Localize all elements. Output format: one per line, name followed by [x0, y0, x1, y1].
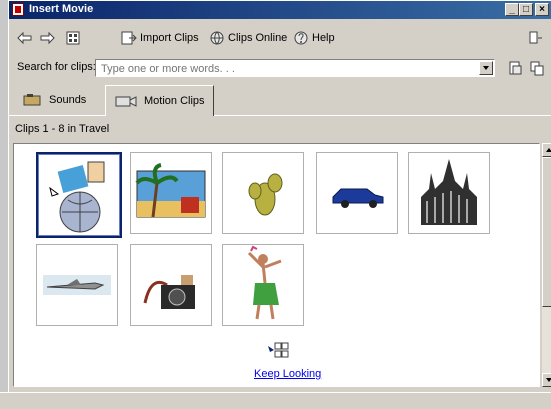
tab-sounds[interactable]: Sounds [15, 87, 94, 113]
tab-sounds-label: Sounds [49, 94, 87, 106]
forward-button[interactable] [39, 28, 55, 48]
help-button[interactable]: Help [293, 28, 335, 48]
video-camera-icon [115, 96, 137, 107]
beach-palm-picture [135, 163, 206, 218]
status-bar [0, 392, 551, 409]
cathedral-picture [421, 159, 477, 225]
insert-movie-window: Insert Movie _ □ × Import Clips Clips On… [8, 0, 551, 400]
vertical-scrollbar[interactable] [542, 143, 551, 387]
keep-looking-link[interactable]: Keep Looking [254, 368, 321, 380]
copy-clip-button[interactable] [529, 58, 545, 78]
travel-globe-picture [49, 161, 105, 233]
clip-results-pane: Keep Looking [13, 143, 540, 387]
airplane-picture [43, 275, 111, 295]
cactus-clip[interactable] [222, 152, 304, 234]
cathedral-clip[interactable] [408, 152, 490, 234]
media-tabs: Sounds Motion Clips [9, 85, 551, 116]
globe-icon [210, 31, 224, 45]
title-bar[interactable]: Insert Movie _ □ × [9, 1, 551, 19]
change-view-icon [529, 31, 542, 44]
airplane-clip[interactable] [36, 244, 118, 326]
travel-globe-clip[interactable] [36, 152, 122, 238]
forward-arrow-icon [40, 31, 55, 45]
change-view-button[interactable] [529, 28, 543, 48]
search-dropdown-button[interactable] [479, 61, 493, 75]
camera-picture [143, 275, 195, 309]
minimize-button[interactable]: _ [505, 3, 519, 16]
hula-dancer-clip[interactable] [222, 244, 304, 326]
clips-online-label: Clips Online [228, 32, 288, 44]
import-clips-button[interactable]: Import Clips [121, 28, 199, 48]
paste-clip-button[interactable] [507, 58, 523, 78]
camera-clip[interactable] [130, 244, 212, 326]
clip-count-status: Clips 1 - 8 in Travel [15, 123, 110, 135]
import-clips-label: Import Clips [140, 32, 199, 44]
scroll-up-button[interactable] [542, 143, 551, 157]
all-categories-button[interactable] [65, 28, 81, 48]
beach-palm-clip[interactable] [130, 152, 212, 234]
car-clip[interactable] [316, 152, 398, 234]
help-label: Help [312, 32, 335, 44]
tab-motion-clips[interactable]: Motion Clips [105, 85, 214, 116]
scroll-down-button[interactable] [542, 373, 551, 387]
search-label: Search for clips: [17, 61, 96, 73]
toolbar: Import Clips Clips Online Help [9, 23, 551, 53]
hula-dancer-picture [247, 245, 282, 320]
tab-motion-clips-label: Motion Clips [144, 95, 205, 107]
back-button[interactable] [17, 28, 33, 48]
import-clips-icon [121, 31, 137, 45]
app-icon [12, 3, 24, 16]
search-combo[interactable] [95, 59, 495, 77]
close-button[interactable]: × [535, 3, 549, 16]
cactus-picture [248, 173, 283, 216]
scroll-thumb[interactable] [542, 157, 551, 307]
back-arrow-icon [17, 31, 32, 45]
search-row: Search for clips: [9, 57, 551, 79]
all-categories-icon [66, 31, 80, 45]
speaker-icon [23, 94, 41, 106]
search-input[interactable] [99, 61, 473, 77]
paste-icon [509, 61, 522, 75]
car-picture [332, 188, 384, 208]
window-title: Insert Movie [29, 3, 94, 15]
maximize-button[interactable]: □ [519, 3, 533, 16]
copy-icon [530, 61, 544, 76]
clips-online-button[interactable]: Clips Online [209, 28, 287, 48]
keep-looking-icon[interactable] [268, 342, 290, 365]
help-icon [294, 31, 308, 45]
